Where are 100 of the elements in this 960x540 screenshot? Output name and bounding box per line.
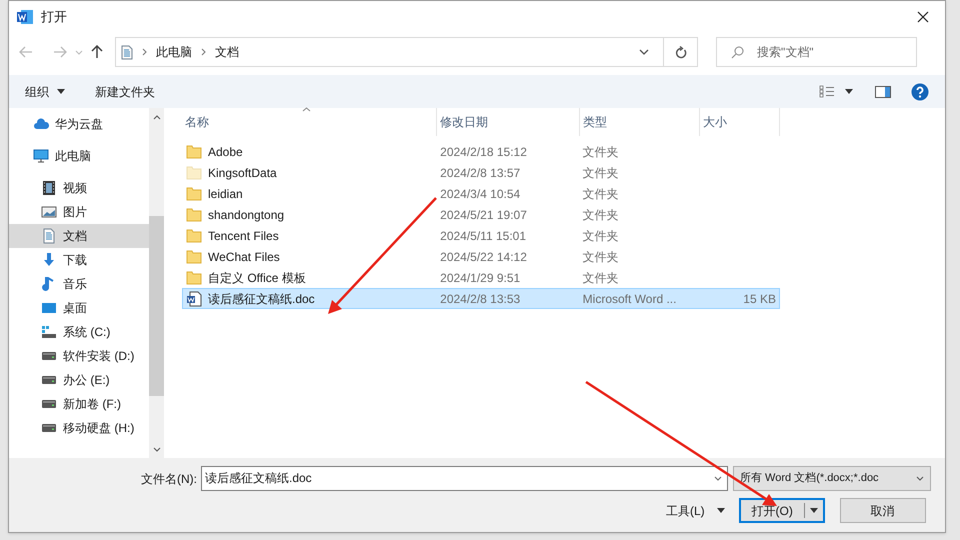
folder-icon <box>186 166 202 180</box>
folder-icon <box>186 144 202 158</box>
scroll-down-icon[interactable] <box>152 447 160 452</box>
file-row[interactable]: Tencent Files 2024/5/11 15:01 文件夹 <box>182 225 780 246</box>
preview-pane-icon[interactable] <box>875 86 891 98</box>
refresh-icon <box>674 46 686 58</box>
sidebar-item[interactable]: 移动硬盘 (H:) <box>9 416 149 440</box>
table-cell-text: 2024/2/18 15:12 <box>440 144 527 160</box>
search-field[interactable]: 搜索"文档" <box>716 37 917 67</box>
file-row[interactable]: shandongtong 2024/5/21 19:07 文件夹 <box>182 204 780 225</box>
folder-icon <box>186 228 202 242</box>
word-app-icon <box>17 9 33 25</box>
sidebar-item[interactable]: 图片 <box>9 200 149 224</box>
folder-icon <box>186 186 202 200</box>
table-cell-text: 2024/2/8 13:57 <box>440 164 520 182</box>
breadcrumb-item[interactable]: 此电脑 <box>156 43 192 61</box>
file-row[interactable]: leidian 2024/3/4 10:54 文件夹 <box>182 183 780 204</box>
scrollbar[interactable] <box>149 108 164 458</box>
table-cell-text: 文件夹 <box>582 164 619 182</box>
column-header[interactable]: 类型 <box>580 108 700 136</box>
table-cell-text: Microsoft Word ... <box>582 290 676 308</box>
table-cell-text: 2024/3/4 10:54 <box>440 186 520 202</box>
sidebar-item[interactable]: 软件安装 (D:) <box>9 344 149 368</box>
table-cell-text: KingsoftData <box>208 164 277 182</box>
dropdown-caret-icon[interactable] <box>845 89 853 94</box>
address-bar[interactable]: 此电脑 文档 <box>115 37 698 67</box>
table-cell-text: WeChat Files <box>208 248 280 266</box>
table-cell-text: leidian <box>208 186 243 202</box>
file-row[interactable]: Adobe 2024/2/18 15:12 文件夹 <box>182 141 780 162</box>
filename-field[interactable]: 读后感征文稿纸.doc <box>201 466 728 491</box>
document-icon <box>121 44 133 60</box>
file-row[interactable]: 自定义 Office 模板 2024/1/29 9:51 文件夹 <box>182 267 780 288</box>
file-row[interactable]: 读后感征文稿纸.doc 2024/2/8 13:53 Microsoft Word ... 15 KB <box>182 288 780 309</box>
sidebar-item[interactable]: 音乐 <box>9 272 149 296</box>
folder-icon <box>186 208 202 222</box>
video-icon <box>41 180 57 196</box>
filename-label: 文件名(N): <box>140 470 197 488</box>
help-icon[interactable] <box>911 82 929 100</box>
table-cell-text: 自定义 Office 模板 <box>208 270 306 286</box>
sidebar-item[interactable]: 办公 (E:) <box>9 368 149 392</box>
dropdown-caret-icon <box>810 508 818 513</box>
picture-icon <box>41 204 57 220</box>
breadcrumb-chevron-icon <box>142 48 147 56</box>
desktop-icon <box>41 300 57 316</box>
up-arrow-icon[interactable] <box>91 45 103 59</box>
table-cell-text: 文件夹 <box>582 270 619 286</box>
cancel-button[interactable]: 取消 <box>840 498 926 523</box>
table-cell-text: 文件夹 <box>582 248 619 266</box>
breadcrumb-chevron-icon <box>201 48 206 56</box>
window-title: 打开 <box>41 8 67 26</box>
sidebar-item[interactable]: 华为云盘 <box>9 112 149 136</box>
column-header[interactable]: 修改日期 <box>437 108 580 136</box>
view-options-icon[interactable] <box>819 85 835 98</box>
tools-menu-button[interactable]: 工具(L) <box>666 502 725 520</box>
document-icon <box>41 228 57 244</box>
table-cell-text: 文件夹 <box>582 228 619 244</box>
close-icon <box>917 11 929 23</box>
download-icon <box>41 252 57 268</box>
table-cell-text: 2024/2/8 13:53 <box>440 290 520 308</box>
folder-icon <box>186 270 202 284</box>
sidebar-item[interactable]: 此电脑 <box>9 144 149 168</box>
folder-icon <box>186 250 202 264</box>
column-header[interactable]: 大小 <box>700 108 780 136</box>
dropdown-chevron-icon[interactable] <box>639 49 649 55</box>
table-cell-text: Tencent Files <box>208 228 279 244</box>
table-cell-text: Adobe <box>208 144 243 160</box>
table-cell-text: shandongtong <box>208 206 284 224</box>
computer-icon <box>33 148 49 164</box>
table-cell-text: 2024/5/21 19:07 <box>440 206 527 224</box>
sort-ascending-icon <box>302 107 311 112</box>
word-document-icon <box>186 290 202 306</box>
sidebar-item[interactable]: 新加卷 (F:) <box>9 392 149 416</box>
sidebar-item[interactable]: 下载 <box>9 248 149 272</box>
table-cell-text: 2024/1/29 9:51 <box>440 270 520 286</box>
sidebar-item[interactable]: 文档 <box>9 224 149 248</box>
dropdown-caret-icon <box>716 508 725 513</box>
search-icon <box>731 46 744 59</box>
sidebar-item[interactable]: 视频 <box>9 176 149 200</box>
dropdown-caret-icon <box>57 89 65 94</box>
scroll-up-icon[interactable] <box>152 115 160 120</box>
organize-menu-button[interactable]: 组织 <box>25 82 65 100</box>
file-type-dropdown[interactable]: 所有 Word 文档(*.docx;*.doc <box>733 466 931 491</box>
file-row[interactable]: KingsoftData 2024/2/8 13:57 文件夹 <box>182 162 780 183</box>
new-folder-button[interactable]: 新建文件夹 <box>95 82 155 100</box>
system-drive-icon <box>41 324 57 340</box>
dropdown-chevron-icon <box>916 476 924 481</box>
table-cell-text: 2024/5/22 14:12 <box>440 248 527 266</box>
file-row[interactable]: WeChat Files 2024/5/22 14:12 文件夹 <box>182 246 780 267</box>
breadcrumb-item[interactable]: 文档 <box>215 43 239 61</box>
table-cell-text: 2024/5/11 15:01 <box>440 228 526 244</box>
table-cell-text: 15 KB <box>743 290 776 308</box>
cloud-icon <box>33 116 49 132</box>
open-button[interactable]: 打开(O) <box>738 498 825 523</box>
dropdown-chevron-icon[interactable] <box>714 476 722 481</box>
table-cell-text: 文件夹 <box>582 144 619 160</box>
column-header[interactable]: 名称 <box>182 108 437 136</box>
table-cell-text: 读后感征文稿纸.doc <box>208 290 315 308</box>
table-cell-text: 文件夹 <box>582 206 619 224</box>
sidebar-item[interactable]: 系统 (C:) <box>9 320 149 344</box>
sidebar-item[interactable]: 桌面 <box>9 296 149 320</box>
